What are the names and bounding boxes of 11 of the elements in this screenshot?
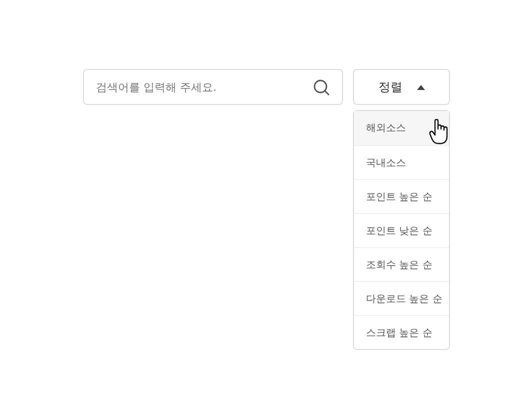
menu-item[interactable]: 해외소스 [354, 111, 449, 145]
caret-icon [416, 84, 424, 90]
menu-item[interactable]: 포인트 높은 순 [354, 179, 449, 213]
sort-button[interactable]: 정렬 [353, 69, 450, 105]
search-icon [313, 79, 330, 96]
menu-item[interactable]: 스크랩 높은 순 [354, 315, 449, 349]
menu-item[interactable]: 포인트 낮은 순 [354, 213, 449, 247]
menu-item[interactable]: 조회수 높은 순 [354, 247, 449, 281]
search-field[interactable]: 검색어를 입력해 주세요. [83, 69, 343, 105]
menu-item[interactable]: 다운로드 높은 순 [354, 281, 449, 315]
menu-item[interactable]: 국내소스 [354, 145, 449, 179]
